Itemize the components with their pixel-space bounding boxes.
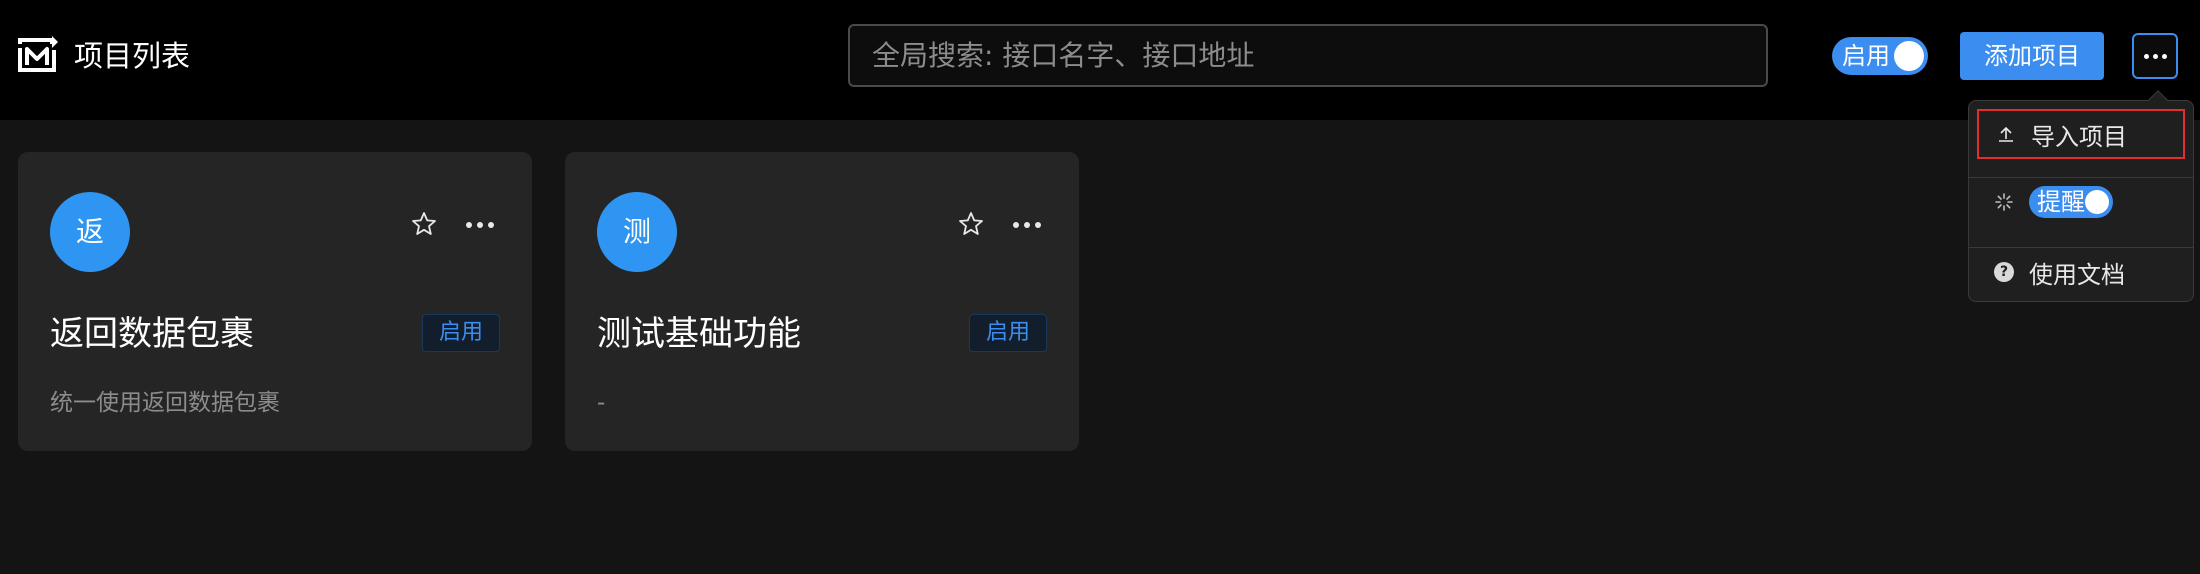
more-menu-button[interactable] [2132,33,2178,79]
card-more-icon[interactable] [466,220,498,230]
m-logo-icon[interactable] [16,34,58,76]
status-badge: 启用 [422,314,500,352]
remind-toggle[interactable]: 提醒 [2029,186,2113,218]
menu-item-label: 使用文档 [2029,260,2125,289]
add-project-button[interactable]: 添加项目 [1960,32,2104,80]
project-description: 统一使用返回数据包裹 [50,390,280,416]
toggle-knob [1894,41,1924,71]
remind-toggle-label: 提醒 [2037,188,2085,216]
status-badge: 启用 [969,314,1047,352]
loading-spinner-icon [1993,191,2015,213]
project-description: - [597,390,606,416]
page-title: 项目列表 [74,39,191,73]
ellipsis-icon [2143,53,2167,59]
upload-icon [1995,123,2017,145]
enable-toggle-label: 启用 [1842,42,1890,70]
project-avatar: 测 [597,192,677,272]
star-icon[interactable] [957,210,985,238]
menu-item-remind[interactable]: 提醒 [1977,177,2185,227]
menu-item-docs[interactable]: ? 使用文档 [1977,247,2185,297]
global-search-input[interactable]: 全局搜索: 接口名字、接口地址 [848,24,1768,87]
project-card[interactable]: 返 返回数据包裹 启用 统一使用返回数据包裹 [18,152,532,451]
question-circle-icon: ? [1993,261,2015,283]
menu-item-label: 导入项目 [2031,122,2127,151]
card-more-icon[interactable] [1013,220,1045,230]
enable-toggle[interactable]: 启用 [1832,37,1928,75]
toggle-knob [2085,190,2109,214]
project-title: 返回数据包裹 [50,314,254,354]
more-dropdown-menu: 导入项目 提醒 ? 使用文档 [1968,90,2194,302]
project-card[interactable]: 测 测试基础功能 启用 - [565,152,1079,451]
star-icon[interactable] [410,210,438,238]
project-avatar: 返 [50,192,130,272]
project-title: 测试基础功能 [597,314,801,354]
menu-item-import-project[interactable]: 导入项目 [1977,109,2185,159]
top-bar: 项目列表 全局搜索: 接口名字、接口地址 启用 添加项目 [0,0,2200,120]
